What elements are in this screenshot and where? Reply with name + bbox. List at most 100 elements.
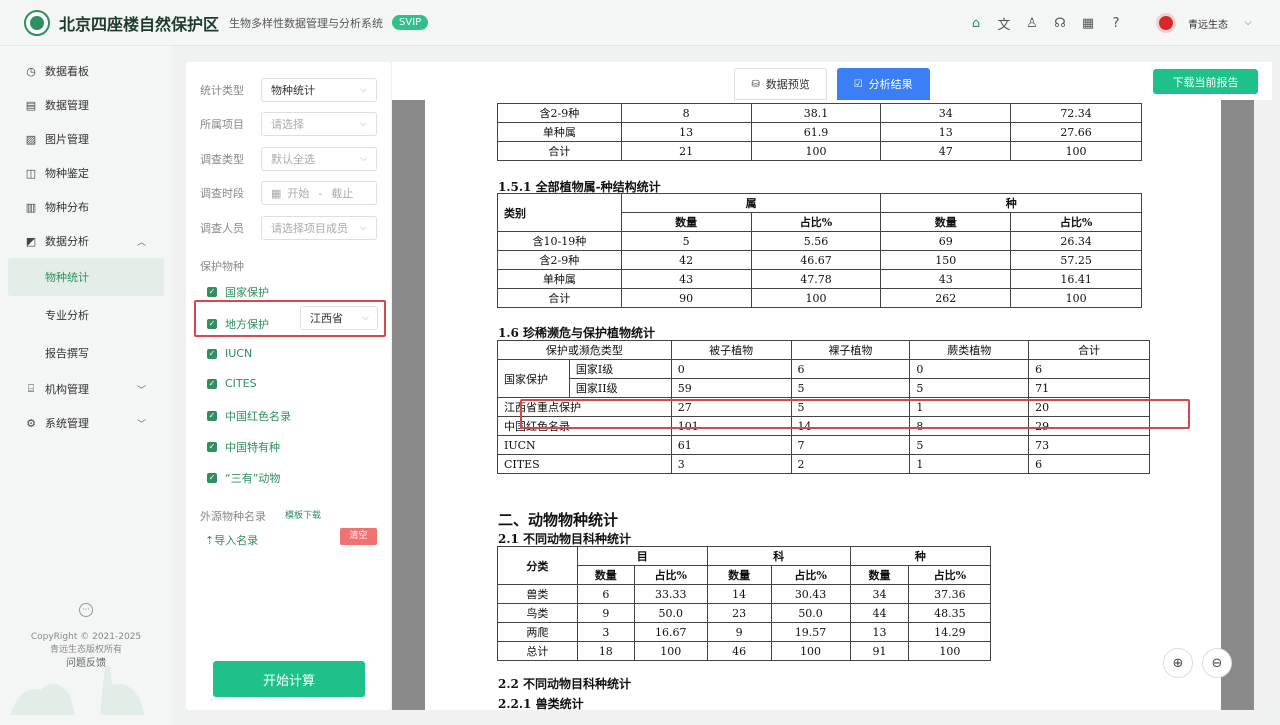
sidebar-sub-report[interactable]: 报告撰写: [0, 334, 172, 372]
checkbox-icon: ✓: [207, 442, 217, 452]
check-cites[interactable]: ✓ CITES: [207, 377, 257, 390]
check-national[interactable]: ✓ 国家保护: [207, 284, 269, 300]
section-2-1-title: 2.1 不同动物目科种统计: [498, 532, 632, 546]
report-viewer[interactable]: 含2-9种 8 38.1 34 72.34 单种属 13 61.9 13 27.66 合计 21 1…: [392, 100, 1254, 710]
template-download-link[interactable]: 模板下载: [285, 508, 321, 521]
section-2-2-title: 2.2 不同动物目科种统计: [498, 677, 632, 691]
sidebar-sub-pro-analysis[interactable]: 专业分析: [0, 296, 172, 334]
section-1-6-title: 1.6 珍稀濒危与保护植物统计: [498, 326, 656, 340]
filter-project: 所属项目 请选择 ⌵: [200, 112, 377, 136]
image-icon: ▨: [25, 132, 37, 146]
top-bar: 北京四座楼自然保护区 生物多样性数据管理与分析系统 SVIP ⌂ 文 ♙ ☊ ▦…: [0, 0, 1280, 46]
top-icons: ⌂ 文 ♙ ☊ ▦ ? 青远生态 ⌵: [968, 0, 1256, 46]
table-animal-taxa: 分类目科种 数量 占比% 数量 占比% 数量 占比% 兽类 6 33.33 14 30.43 34 3…: [497, 546, 1150, 661]
chevron-down-icon: ﹀: [136, 385, 146, 396]
checkbox-icon: ✓: [207, 378, 217, 389]
check-sanyou[interactable]: ✓ “三有”动物: [207, 470, 280, 486]
tab-analysis-result[interactable]: ☑ 分析结果: [836, 68, 930, 100]
table-row: 合计 21 100 47 100: [497, 141, 1142, 161]
logo-icon: [24, 9, 50, 36]
check-redlist[interactable]: ✓ 中国红色名录: [207, 408, 291, 424]
map-icon: ▥: [25, 200, 37, 214]
zoom-out-icon[interactable]: ⊖: [1202, 648, 1232, 678]
chevron-down-icon: ⌵: [360, 223, 367, 233]
filter-panel: 统计类型 物种统计 ⌵ 所属项目 请选择 ⌵ 调查类型 默认全选 ⌵ 调查时段 ▦ 开始…: [186, 62, 391, 710]
section-2-title: 二、动物物种统计: [498, 511, 619, 529]
start-calc-button[interactable]: 开始计算: [213, 661, 365, 697]
filter-period: 调查时段 ▦ 开始 - 截止: [200, 181, 377, 205]
user-icon[interactable]: ♙: [1024, 16, 1040, 31]
avatar[interactable]: [1156, 13, 1176, 33]
table-row: 总计 18 100 46 100 91 100: [497, 641, 1150, 661]
dashboard-icon: ◷: [26, 64, 36, 78]
external-list-label: 外源物种名录: [200, 510, 266, 523]
checkbox-icon: ✓: [207, 287, 217, 297]
feedback-link[interactable]: 问题反馈: [0, 657, 172, 670]
table-row: 含2-9种 42 46.67 150 57.25: [497, 250, 1142, 270]
zoom-in-icon[interactable]: ⊕: [1163, 648, 1193, 678]
chart-icon: ◩: [25, 234, 37, 248]
chevron-down-icon: ⌵: [360, 154, 367, 164]
translate-icon[interactable]: 文: [996, 14, 1012, 33]
calendar-icon: ▦: [271, 186, 282, 200]
settings-icon: ⚙: [26, 416, 36, 430]
table-row: 含2-9种 8 38.1 34 72.34: [497, 103, 1142, 123]
sidebar-item-dashboard[interactable]: ◷ 数据看板: [0, 54, 172, 88]
staff-select[interactable]: 请选择项目成员 ⌵: [261, 216, 377, 240]
headset-icon[interactable]: ☊: [1052, 16, 1068, 31]
table-row: 兽类 6 33.33 14 30.43 34 37.36: [497, 584, 1150, 604]
chevron-down-icon: ⌵: [360, 85, 367, 95]
check-endemic[interactable]: ✓ 中国特有种: [207, 439, 280, 455]
chevron-down-icon: ⌵: [360, 119, 367, 129]
table-row: 合计 90 100 262 100: [497, 288, 1142, 308]
download-report-button[interactable]: 下载当前报告: [1153, 69, 1258, 94]
sidebar-item-org[interactable]: ⌸ 机构管理 ﹀: [0, 372, 172, 406]
section-2-2-1-title: 2.2.1 兽类统计: [498, 697, 584, 710]
chevron-down-icon[interactable]: ⌵: [1240, 18, 1256, 28]
clear-button[interactable]: 清空: [340, 528, 377, 545]
sidebar-item-analysis[interactable]: ◩ 数据分析 ︿: [0, 224, 172, 258]
more-icon[interactable]: ···: [79, 603, 93, 617]
database-icon: ▤: [25, 98, 37, 112]
checkbox-icon: ✓: [207, 473, 217, 483]
checkbox-icon: ✓: [207, 348, 217, 359]
highlight-box: [520, 399, 1190, 429]
sidebar-item-images[interactable]: ▨ 图片管理: [0, 122, 172, 156]
database-icon: ⛁: [751, 78, 760, 90]
report-page: 含2-9种 8 38.1 34 72.34 单种属 13 61.9 13 27.66 合计 21 1…: [425, 100, 1221, 710]
copyright: ··· CopyRight © 2021-2025 青远生态版权所有 问题反馈: [0, 603, 172, 670]
table-row: IUCN 61 7 5 73: [497, 435, 1150, 455]
tab-bar: ⛁ 数据预览 ☑ 分析结果: [392, 62, 1272, 100]
stat-type-select[interactable]: 物种统计 ⌵: [261, 78, 377, 102]
home-icon[interactable]: ⌂: [968, 16, 984, 31]
sidebar-item-data[interactable]: ▤ 数据管理: [0, 88, 172, 122]
qrcode-icon[interactable]: ▦: [1080, 16, 1096, 31]
chevron-down-icon: ﹀: [136, 419, 146, 430]
user-name[interactable]: 青远生态: [1188, 16, 1228, 31]
table-row: CITES 3 2 1 6: [497, 454, 1150, 474]
filter-stat-type: 统计类型 物种统计 ⌵: [200, 78, 377, 102]
table-genus-partial: 含2-9种 8 38.1 34 72.34 单种属 13 61.9 13 27.66 合计 21 1…: [497, 103, 1142, 161]
import-list-button[interactable]: ⇡导入名录: [205, 532, 258, 548]
sidebar-sub-species-stats[interactable]: 物种统计: [8, 258, 164, 296]
table-row: 国家保护 国家I级 0 6 0 6: [497, 359, 1150, 398]
sidebar-item-system[interactable]: ⚙ 系统管理 ﹀: [0, 406, 172, 440]
project-select[interactable]: 请选择 ⌵: [261, 112, 377, 136]
app-title: 北京四座楼自然保护区: [59, 14, 220, 34]
sidebar-item-identify[interactable]: ◫ 物种鉴定: [0, 156, 172, 190]
table-row: 两爬 3 16.67 9 19.57 13 14.29: [497, 622, 1150, 642]
table-row: 单种属 43 47.78 43 16.41: [497, 269, 1142, 289]
check-iucn[interactable]: ✓ IUCN: [207, 347, 252, 360]
table-plant-genus: 类别属种 数量 占比% 数量 占比% 含10-19种 5 5.56 69 26.34 含2-9…: [497, 193, 1142, 308]
checkbox-icon: ✓: [207, 411, 217, 421]
table-row: 含10-19种 5 5.56 69 26.34: [497, 231, 1142, 251]
table-row: 国家II级 59 5 5 71: [498, 378, 1150, 398]
svip-badge: SVIP: [392, 15, 429, 30]
date-range-picker[interactable]: ▦ 开始 - 截止: [261, 181, 377, 205]
sidebar-item-distribution[interactable]: ▥ 物种分布: [0, 190, 172, 224]
survey-type-select[interactable]: 默认全选 ⌵: [261, 147, 377, 171]
help-icon[interactable]: ?: [1108, 16, 1124, 31]
protect-label: 保护物种: [200, 260, 244, 273]
tab-data-preview[interactable]: ⛁ 数据预览: [734, 68, 827, 100]
scrollbar[interactable]: [1254, 100, 1272, 710]
